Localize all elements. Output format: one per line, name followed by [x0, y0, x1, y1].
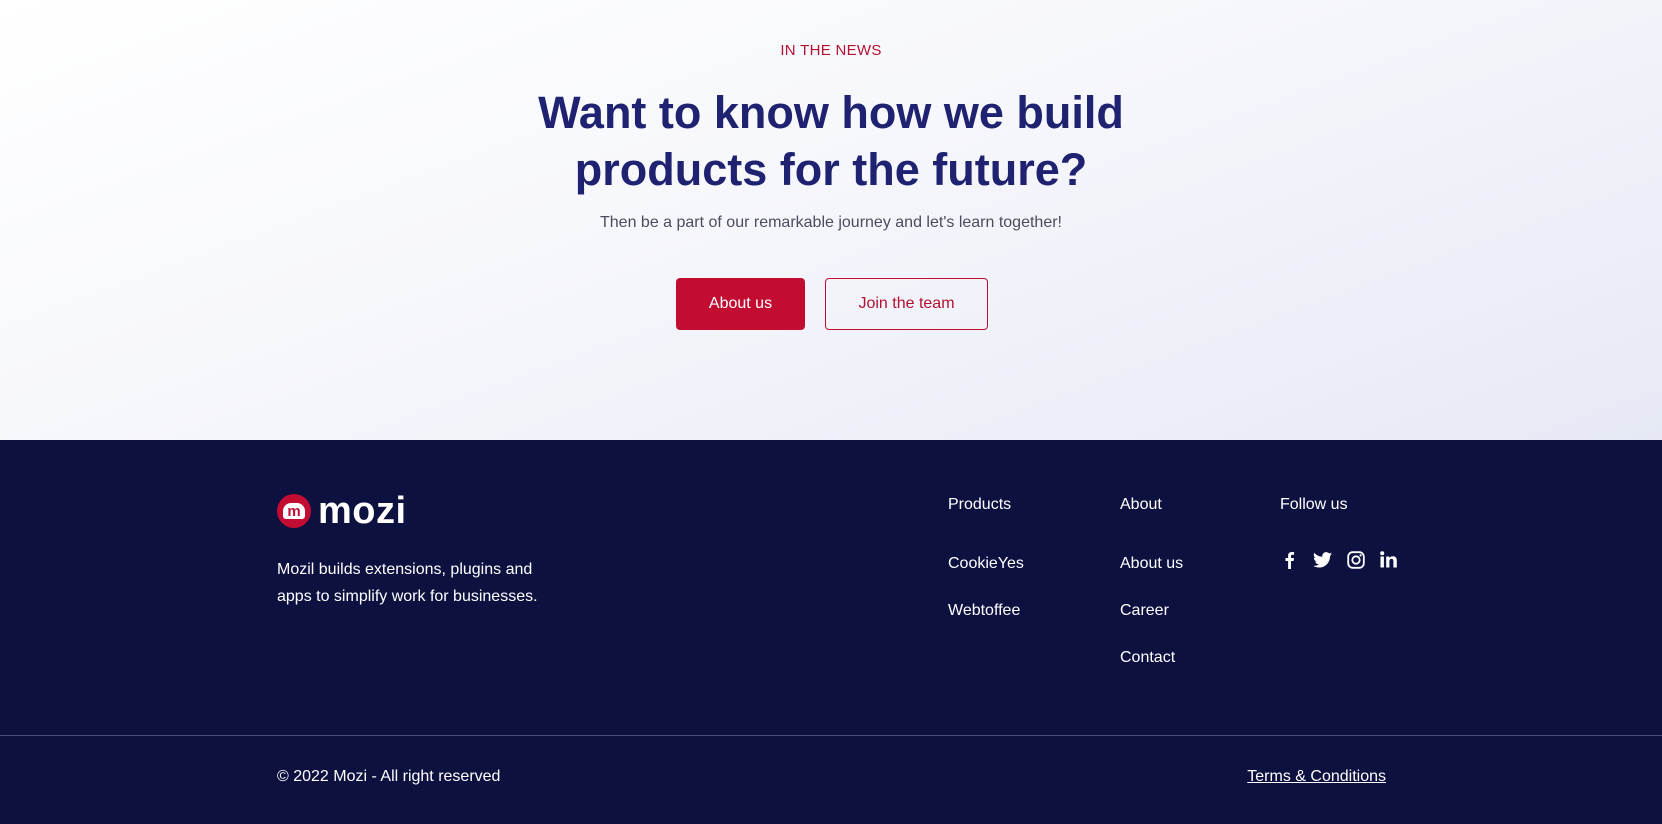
- headline-line-1: Want to know how we build: [538, 87, 1124, 138]
- about-us-button[interactable]: About us: [676, 278, 805, 330]
- footer-divider: [0, 735, 1662, 736]
- footer-description: Mozil builds extensions, plugins and app…: [277, 561, 538, 605]
- footer-link-cookieyes[interactable]: CookieYes: [948, 555, 1024, 573]
- instagram-icon[interactable]: [1346, 550, 1365, 569]
- facebook-icon[interactable]: [1280, 550, 1299, 569]
- mozi-logo-mark: m: [277, 494, 311, 528]
- logo-wordmark: mozi: [318, 490, 407, 532]
- follow-heading: Follow us: [1280, 496, 1348, 513]
- site-footer: m mozi Mozil builds extensions, plugins …: [0, 440, 1662, 824]
- linkedin-icon[interactable]: [1379, 550, 1398, 569]
- footer-link-contact[interactable]: Contact: [1120, 649, 1175, 667]
- footer-link-about-us[interactable]: About us: [1120, 555, 1183, 573]
- section-subtext: Then be a part of our remarkable journey…: [600, 214, 1062, 231]
- social-links: [1280, 550, 1398, 569]
- headline-line-2: products for the future?: [574, 144, 1088, 195]
- about-heading: About: [1120, 496, 1162, 513]
- section-eyebrow: IN THE NEWS: [780, 42, 882, 59]
- twitter-icon[interactable]: [1313, 550, 1332, 569]
- products-heading: Products: [948, 496, 1012, 513]
- join-team-button[interactable]: Join the team: [825, 278, 988, 330]
- logo-mark-letter: m: [283, 503, 305, 519]
- footer-link-webtoffee[interactable]: Webtoffee: [948, 602, 1020, 620]
- cta-section: IN THE NEWS Want to know how we build pr…: [0, 0, 1662, 440]
- mozi-logo[interactable]: m mozi: [277, 492, 407, 530]
- footer-link-career[interactable]: Career: [1120, 602, 1169, 620]
- section-headline: Want to know how we build products for t…: [0, 84, 1662, 198]
- terms-link[interactable]: Terms & Conditions: [1247, 768, 1386, 786]
- copyright-text: © 2022 Mozi - All right reserved: [277, 768, 501, 785]
